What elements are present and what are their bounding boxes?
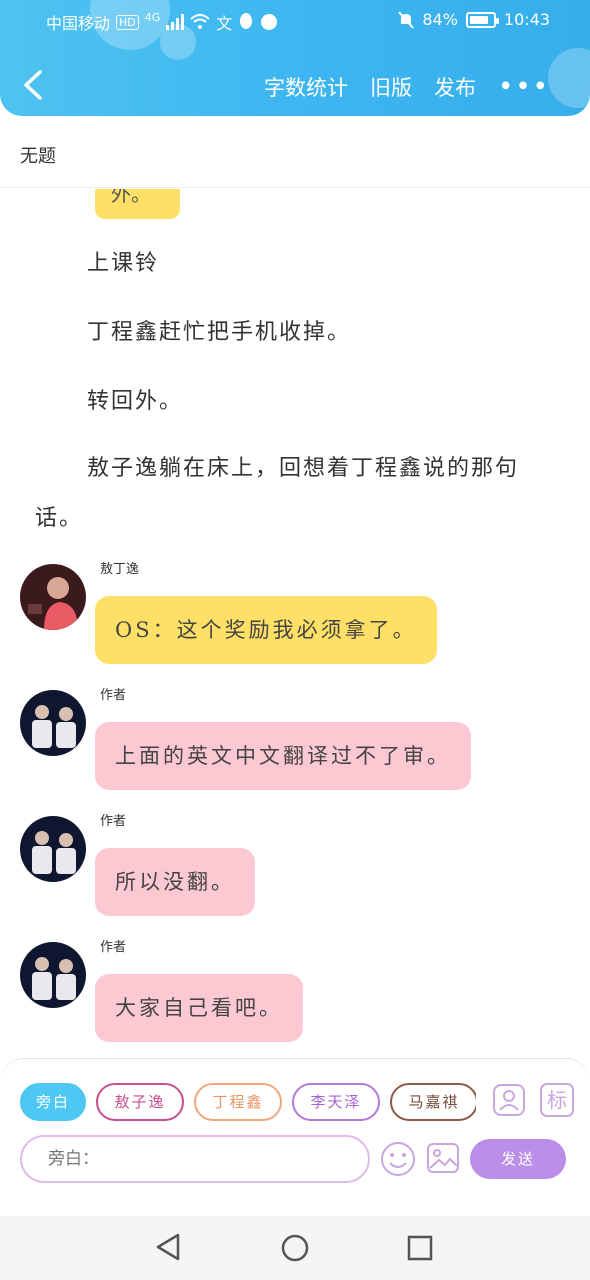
battery-percent: 84% (422, 10, 458, 29)
person-icon[interactable] (492, 1083, 526, 1117)
app-header: 中国移动 HD 4G 文 84% 10:43 字数统计 旧版 发布 ••• (0, 0, 590, 116)
chip-character[interactable]: 敖子逸 (96, 1083, 184, 1121)
character-chip-list[interactable]: 旁白 敖子逸 丁程鑫 李天泽 马嘉祺 (20, 1083, 476, 1123)
chip-character[interactable]: 马嘉祺 (390, 1083, 476, 1121)
partial-bubble-text: 外。 (111, 189, 151, 206)
system-nav-bar (0, 1216, 590, 1280)
back-arrow-icon[interactable] (20, 70, 48, 100)
word-count-button[interactable]: 字数统计 (264, 72, 348, 102)
chip-narration[interactable]: 旁白 (20, 1083, 86, 1121)
paragraph: 丁程鑫赶忙把手机收掉。 (87, 320, 352, 345)
signal-icon (166, 14, 185, 30)
tag-button[interactable]: 标 (540, 1083, 574, 1117)
avatar[interactable] (20, 942, 86, 1008)
avatar[interactable] (20, 816, 86, 882)
clock: 10:43 (503, 10, 550, 29)
send-button[interactable]: 发送 (470, 1139, 566, 1179)
text-app-icon: 文 (216, 14, 233, 33)
nav-recents-icon[interactable] (406, 1234, 434, 1262)
chip-character[interactable]: 丁程鑫 (194, 1083, 282, 1121)
avatar[interactable] (20, 564, 86, 630)
publish-button[interactable]: 发布 (434, 72, 476, 102)
message-bubble: 上面的英文中文翻译过不了审。 (95, 722, 471, 790)
message-bubble: OS：这个奖励我必须拿了。 (95, 596, 437, 664)
message-bubble: 大家自己看吧。 (95, 974, 303, 1042)
composer-panel: 旁白敖子逸丁程鑫李天泽马嘉祺 标 发送 (0, 1058, 590, 1184)
carrier-label: 中国移动 (46, 14, 111, 33)
qq-icon (240, 13, 253, 29)
message-bubble: 所以没翻。 (95, 848, 255, 916)
story-content[interactable]: 外。 上课铃 丁程鑫赶忙把手机收掉。 转回外。 敖子逸躺在床上，回想着丁程鑫说的… (0, 189, 590, 1057)
network-label: 4G (144, 10, 161, 24)
battery-icon (465, 11, 499, 28)
document-title-bar[interactable]: 无题 (0, 116, 590, 188)
chip-character[interactable]: 李天泽 (292, 1083, 380, 1121)
chat-bubble-partial: 外。 (95, 189, 180, 219)
mute-bell-icon (398, 10, 415, 29)
nav-home-icon[interactable] (280, 1233, 310, 1263)
status-bar: 中国移动 HD 4G 文 84% 10:43 (0, 0, 590, 40)
image-icon[interactable] (426, 1141, 460, 1175)
sender-name: 敖丁逸 (100, 562, 140, 577)
paragraph: 敖子逸躺在床上，回想着丁程鑫说的那句话。 (35, 456, 520, 531)
sender-name: 作者 (100, 814, 127, 829)
sender-name: 作者 (100, 940, 127, 955)
message-input[interactable] (22, 1137, 368, 1181)
wifi-icon (190, 14, 210, 29)
hd-icon: HD (116, 14, 139, 30)
paragraph: 转回外。 (87, 389, 184, 414)
tag-label: 标 (547, 1088, 567, 1112)
old-version-button[interactable]: 旧版 (370, 72, 412, 102)
paragraph: 上课铃 (87, 251, 160, 276)
app-icon (261, 14, 278, 30)
more-icon[interactable]: ••• (498, 74, 550, 100)
sender-name: 作者 (100, 688, 127, 703)
document-title: 无题 (20, 146, 56, 167)
top-nav: 字数统计 旧版 发布 ••• (0, 56, 590, 116)
message-input-wrapper (20, 1135, 370, 1183)
avatar[interactable] (20, 690, 86, 756)
emoji-icon[interactable] (380, 1141, 416, 1177)
nav-back-icon[interactable] (154, 1232, 182, 1262)
